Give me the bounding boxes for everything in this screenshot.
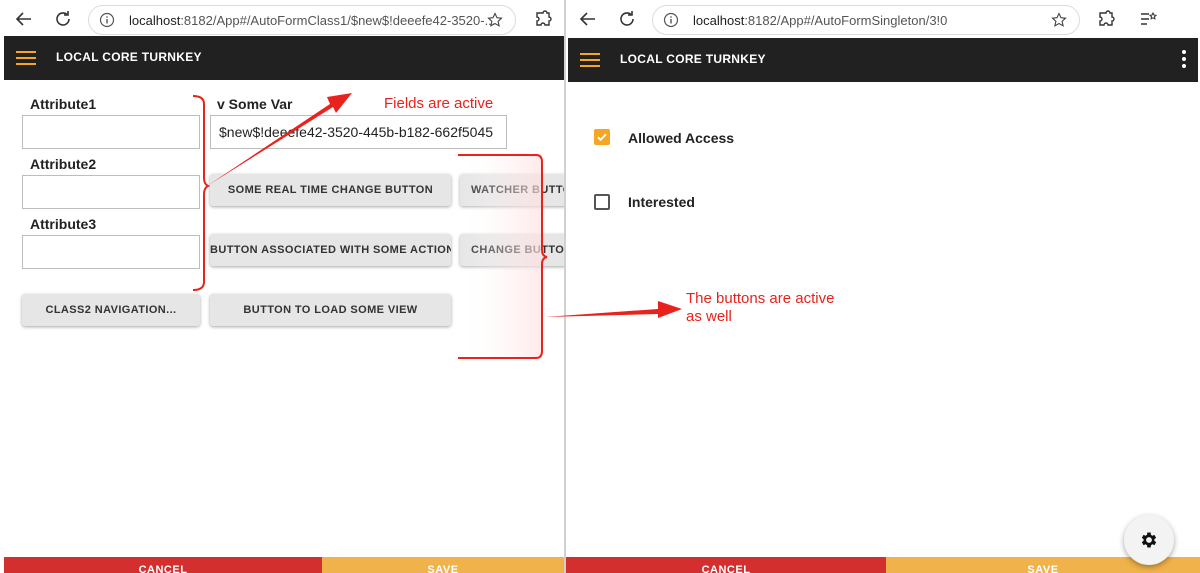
right-app-title: LOCAL CORE TURNKEY (620, 52, 766, 66)
right-address-bar[interactable]: localhost:8182/App#/AutoFormSingleton/3!… (652, 5, 1080, 35)
right-browser-window: localhost:8182/App#/AutoFormSingleton/3!… (566, 0, 1200, 573)
left-address-bar[interactable]: localhost:8182/App#/AutoFormClass1/$new$… (88, 5, 516, 35)
attribute1-label: Attribute1 (30, 96, 97, 112)
left-url-text: localhost:8182/App#/AutoFormClass1/$new$… (129, 13, 495, 28)
allowed-access-checkbox[interactable] (594, 129, 610, 145)
allowed-access-label: Allowed Access (628, 130, 735, 146)
right-cancel-button[interactable]: CANCEL (566, 557, 886, 573)
button-associated-with-some-action[interactable]: BUTTON ASSOCIATED WITH SOME ACTION (210, 234, 451, 266)
some-var-label: v Some Var (217, 96, 293, 112)
right-browser-toolbar: localhost:8182/App#/AutoFormSingleton/3!… (566, 0, 1200, 38)
button-to-load-some-view[interactable]: BUTTON TO LOAD SOME VIEW (210, 294, 451, 326)
menu-icon[interactable] (16, 51, 36, 65)
right-url-text: localhost:8182/App#/AutoFormSingleton/3!… (693, 13, 947, 28)
change-button[interactable]: CHANGE BUTTON (460, 234, 564, 266)
left-browser-window: localhost:8182/App#/AutoFormClass1/$new$… (0, 0, 564, 573)
some-real-time-change-button[interactable]: SOME REAL TIME CHANGE BUTTON (210, 174, 451, 206)
class2-navigation-button[interactable]: CLASS2 NAVIGATION... (22, 294, 200, 326)
info-icon[interactable] (663, 12, 679, 28)
some-var-input[interactable]: $new$!deeefe42-3520-445b-b182-662f5045 (210, 115, 507, 149)
attribute2-input[interactable] (22, 175, 200, 209)
right-url-host: localhost (693, 13, 745, 28)
left-url-path: :8182/App#/AutoFormClass1/$new$!deeefe42… (180, 13, 496, 28)
left-cancel-button[interactable]: CANCEL (4, 557, 322, 573)
left-url-host: localhost (129, 13, 181, 28)
left-save-button[interactable]: SAVE (322, 557, 564, 573)
left-app-bar: LOCAL CORE TURNKEY (4, 36, 564, 80)
back-arrow-icon[interactable] (14, 9, 34, 29)
reading-list-icon[interactable] (1138, 9, 1158, 29)
menu-icon[interactable] (580, 53, 600, 67)
watcher-button[interactable]: WATCHER BUTTON (460, 174, 564, 206)
star-icon[interactable] (1051, 12, 1067, 28)
interested-checkbox[interactable] (594, 194, 610, 210)
attribute3-input[interactable] (22, 235, 200, 269)
attribute1-input[interactable] (22, 115, 200, 149)
checkmark-icon (597, 133, 607, 142)
reload-icon[interactable] (53, 9, 73, 29)
reload-icon[interactable] (617, 9, 637, 29)
info-icon[interactable] (99, 12, 115, 28)
buttons-annotation-line1: The buttons are active (686, 290, 835, 307)
settings-fab[interactable] (1124, 515, 1174, 565)
star-icon[interactable] (487, 12, 503, 28)
fields-annotation: Fields are active (384, 95, 494, 112)
attribute2-label: Attribute2 (30, 156, 97, 172)
screenshot-root: localhost:8182/App#/AutoFormClass1/$new$… (0, 0, 1200, 573)
interested-label: Interested (628, 194, 695, 210)
gear-icon (1141, 532, 1157, 548)
left-browser-toolbar: localhost:8182/App#/AutoFormClass1/$new$… (0, 0, 564, 38)
left-app-title: LOCAL CORE TURNKEY (56, 50, 202, 64)
right-url-path: :8182/App#/AutoFormSingleton/3!0 (744, 13, 948, 28)
more-vert-icon[interactable] (1182, 50, 1186, 70)
extensions-icon[interactable] (1096, 9, 1116, 29)
attribute3-label: Attribute3 (30, 216, 97, 232)
back-arrow-icon[interactable] (578, 9, 598, 29)
extensions-icon[interactable] (533, 9, 553, 29)
right-app-bar: LOCAL CORE TURNKEY (568, 38, 1198, 82)
buttons-annotation-line2: as well (686, 308, 732, 325)
